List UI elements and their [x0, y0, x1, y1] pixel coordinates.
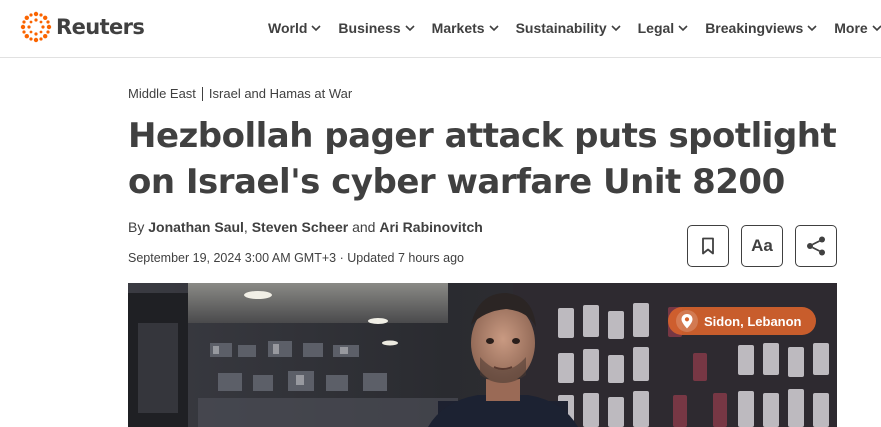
text-size-label: Aa	[751, 236, 773, 255]
byline-separator: ,	[243, 219, 248, 235]
nav-item-label: More	[834, 20, 868, 36]
author-link[interactable]: Ari Rabinovitch	[379, 219, 482, 235]
nav-item-label: Breakingviews	[705, 20, 804, 36]
author-link[interactable]: Jonathan Saul	[148, 219, 244, 235]
byline-conjunction: and	[352, 219, 376, 235]
nav-item-label: Sustainability	[515, 20, 607, 36]
logo-wordmark: Reuters	[56, 15, 145, 39]
shop-photo	[128, 283, 837, 427]
site-header: Reuters World Business Markets Sustainab…	[0, 0, 881, 58]
nav-item-legal[interactable]: Legal	[638, 20, 689, 36]
chevron-down-icon	[611, 25, 621, 32]
byline: By Jonathan Saul, Steven Scheer and Ari …	[128, 219, 483, 235]
breadcrumb-divider	[201, 86, 203, 101]
main-nav: World Business Markets Sustainability Le…	[268, 18, 881, 38]
reuters-logo-icon	[20, 11, 52, 43]
nav-item-label: Legal	[637, 20, 675, 36]
chevron-down-icon	[678, 25, 688, 32]
map-pin-icon	[676, 310, 698, 332]
article-dateline: September 19, 2024 3:00 AM GMT+3 · Updat…	[128, 251, 464, 265]
nav-item-sustainability[interactable]: Sustainability	[516, 20, 621, 36]
bookmark-icon	[702, 237, 714, 255]
chevron-down-icon	[405, 25, 415, 32]
nav-item-world[interactable]: World	[268, 20, 321, 36]
breadcrumb: Middle East Israel and Hamas at War	[128, 86, 352, 101]
nav-item-markets[interactable]: Markets	[432, 20, 499, 36]
nav-item-more[interactable]: More	[834, 20, 881, 36]
article-headline: Hezbollah pager attack puts spotlight on…	[128, 116, 837, 202]
hero-image[interactable]: Sidon, Lebanon	[128, 283, 837, 427]
text-size-button[interactable]: Aa	[741, 225, 783, 267]
chevron-down-icon	[807, 25, 817, 32]
chevron-down-icon	[872, 25, 881, 32]
article-tools: Aa	[687, 225, 837, 267]
author-link[interactable]: Steven Scheer	[252, 219, 349, 235]
nav-item-business[interactable]: Business	[338, 20, 415, 36]
breadcrumb-middle-east[interactable]: Middle East	[128, 86, 196, 101]
share-icon	[807, 236, 825, 256]
share-button[interactable]	[795, 225, 837, 267]
chevron-down-icon	[311, 25, 321, 32]
location-label: Sidon, Lebanon	[704, 313, 802, 329]
chevron-down-icon	[489, 25, 499, 32]
location-badge: Sidon, Lebanon	[668, 307, 816, 335]
breadcrumb-israel-hamas-war[interactable]: Israel and Hamas at War	[209, 86, 352, 101]
nav-item-label: Business	[338, 20, 401, 36]
bookmark-button[interactable]	[687, 225, 729, 267]
nav-item-label: World	[268, 20, 308, 36]
nav-item-breakingviews[interactable]: Breakingviews	[705, 20, 817, 36]
byline-prefix: By	[128, 219, 145, 235]
nav-item-label: Markets	[431, 20, 485, 36]
reuters-logo[interactable]: Reuters	[20, 11, 145, 43]
